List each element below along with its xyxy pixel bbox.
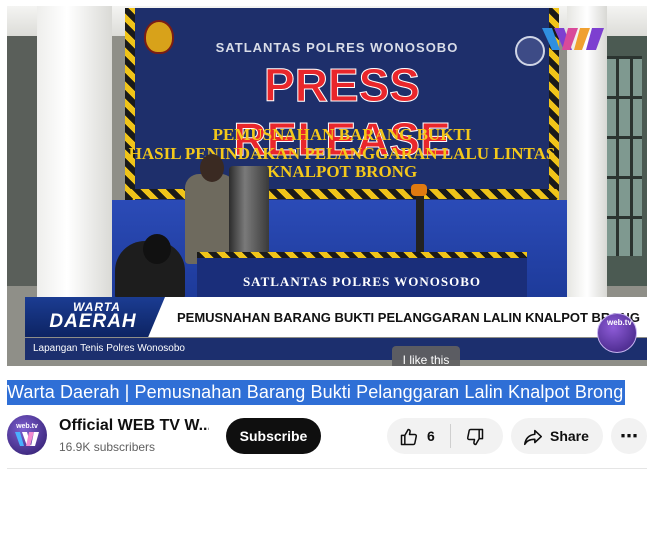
share-label: Share: [550, 428, 589, 444]
channel-avatar[interactable]: web.tv: [7, 415, 47, 455]
subscribe-button[interactable]: Subscribe: [226, 418, 321, 454]
subscriber-count: 16.9K subscribers: [59, 440, 156, 454]
thumbs-up-icon: [400, 428, 418, 446]
officer-figure: [185, 174, 235, 264]
background-window: [602, 56, 642, 256]
video-player[interactable]: SATLANTAS POLRES WONOSOBO PRESS RELEASE …: [7, 6, 647, 366]
share-arrow-icon: [523, 429, 543, 446]
lower-third-location: Lapangan Tenis Polres Wonosobo: [33, 343, 185, 354]
lower-third-brand-bottom: DAERAH: [49, 311, 137, 332]
video-title: Warta Daerah | Pemusnahan Barang Bukti P…: [7, 380, 626, 405]
more-actions-button[interactable]: ⋯: [611, 418, 647, 454]
webtv-logo-icon: [542, 28, 604, 50]
watermark-text: web.tv: [607, 318, 632, 327]
police-emblem-icon: [144, 20, 174, 54]
cutting-machine: [229, 166, 269, 261]
table-hazard-stripe: [197, 252, 527, 258]
light-stand: [416, 186, 424, 256]
banner-line-1: PEMUSNAHAN BARANG BUKTI: [212, 125, 472, 144]
seated-person-head: [143, 234, 171, 264]
like-count: 6: [427, 428, 435, 444]
lower-third-headline: PEMUSNAHAN BARANG BUKTI PELANGGARAN LALI…: [177, 310, 640, 325]
thumbs-down-icon: [466, 428, 484, 446]
banner-organization: SATLANTAS POLRES WONOSOBO: [215, 40, 459, 55]
tent-drape-left: [37, 6, 112, 306]
like-tooltip: I like this: [392, 346, 460, 366]
lamp: [411, 184, 427, 196]
table-banner-text: SATLANTAS POLRES WONOSOBO: [242, 274, 482, 289]
avatar-label: web.tv: [16, 423, 38, 430]
divider: [7, 468, 647, 469]
officer-head: [200, 154, 224, 182]
banner-line-2: HASIL PENINDAKAN PELANGGARAN LALU LINTAS: [128, 144, 556, 163]
webtv-logo-icon: [15, 432, 39, 446]
channel-name[interactable]: Official WEB TV W...: [59, 417, 209, 435]
